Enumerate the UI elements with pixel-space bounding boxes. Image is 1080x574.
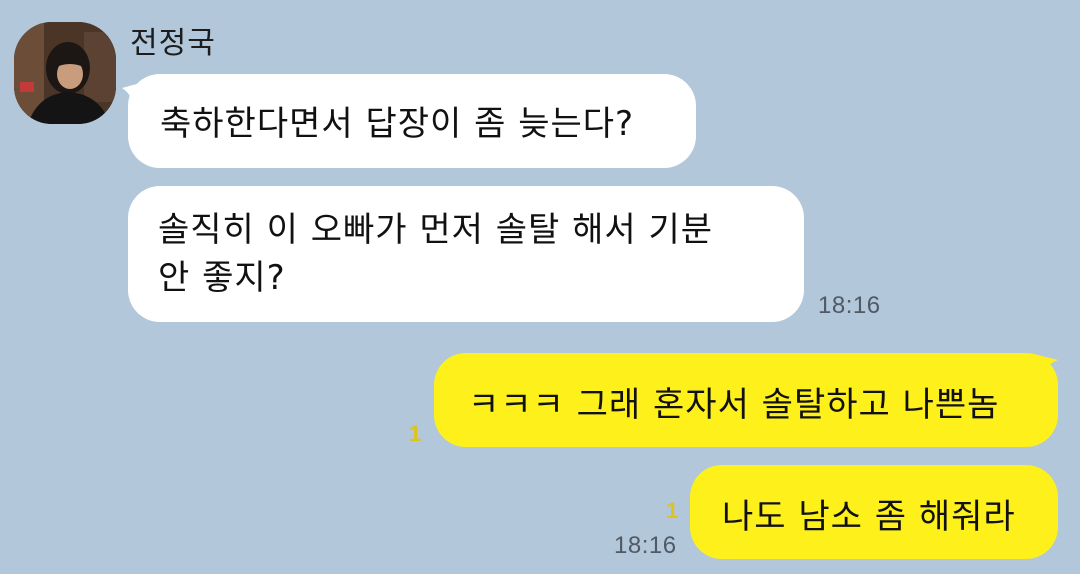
sender-name: 전정국 [130, 26, 216, 61]
avatar-photo-icon [14, 22, 116, 124]
incoming-message-bubble[interactable]: 솔직히 이 오빠가 먼저 솔탈 해서 기분 안 좋지? [128, 186, 804, 322]
message-text: 나도 남소 좀 해줘라 [722, 497, 1016, 537]
outgoing-message-bubble[interactable]: 나도 남소 좀 해줘라 [690, 465, 1058, 559]
unread-count: 1 [666, 498, 679, 523]
incoming-message-bubble[interactable]: 축하한다면서 답장이 좀 늦는다? [128, 74, 696, 168]
message-timestamp: 18:16 [614, 532, 677, 559]
message-text: ㅋㅋㅋ 그래 혼자서 솔탈하고 나쁜놈 [468, 385, 1000, 425]
message-timestamp: 18:16 [818, 292, 881, 319]
unread-count: 1 [409, 421, 422, 446]
sender-avatar[interactable] [14, 22, 116, 124]
message-text-line: 안 좋지? [158, 258, 286, 298]
outgoing-message-bubble[interactable]: ㅋㅋㅋ 그래 혼자서 솔탈하고 나쁜놈 [434, 353, 1058, 447]
message-text: 축하한다면서 답장이 좀 늦는다? [160, 104, 635, 144]
message-text-line: 솔직히 이 오빠가 먼저 솔탈 해서 기분 [158, 210, 714, 250]
